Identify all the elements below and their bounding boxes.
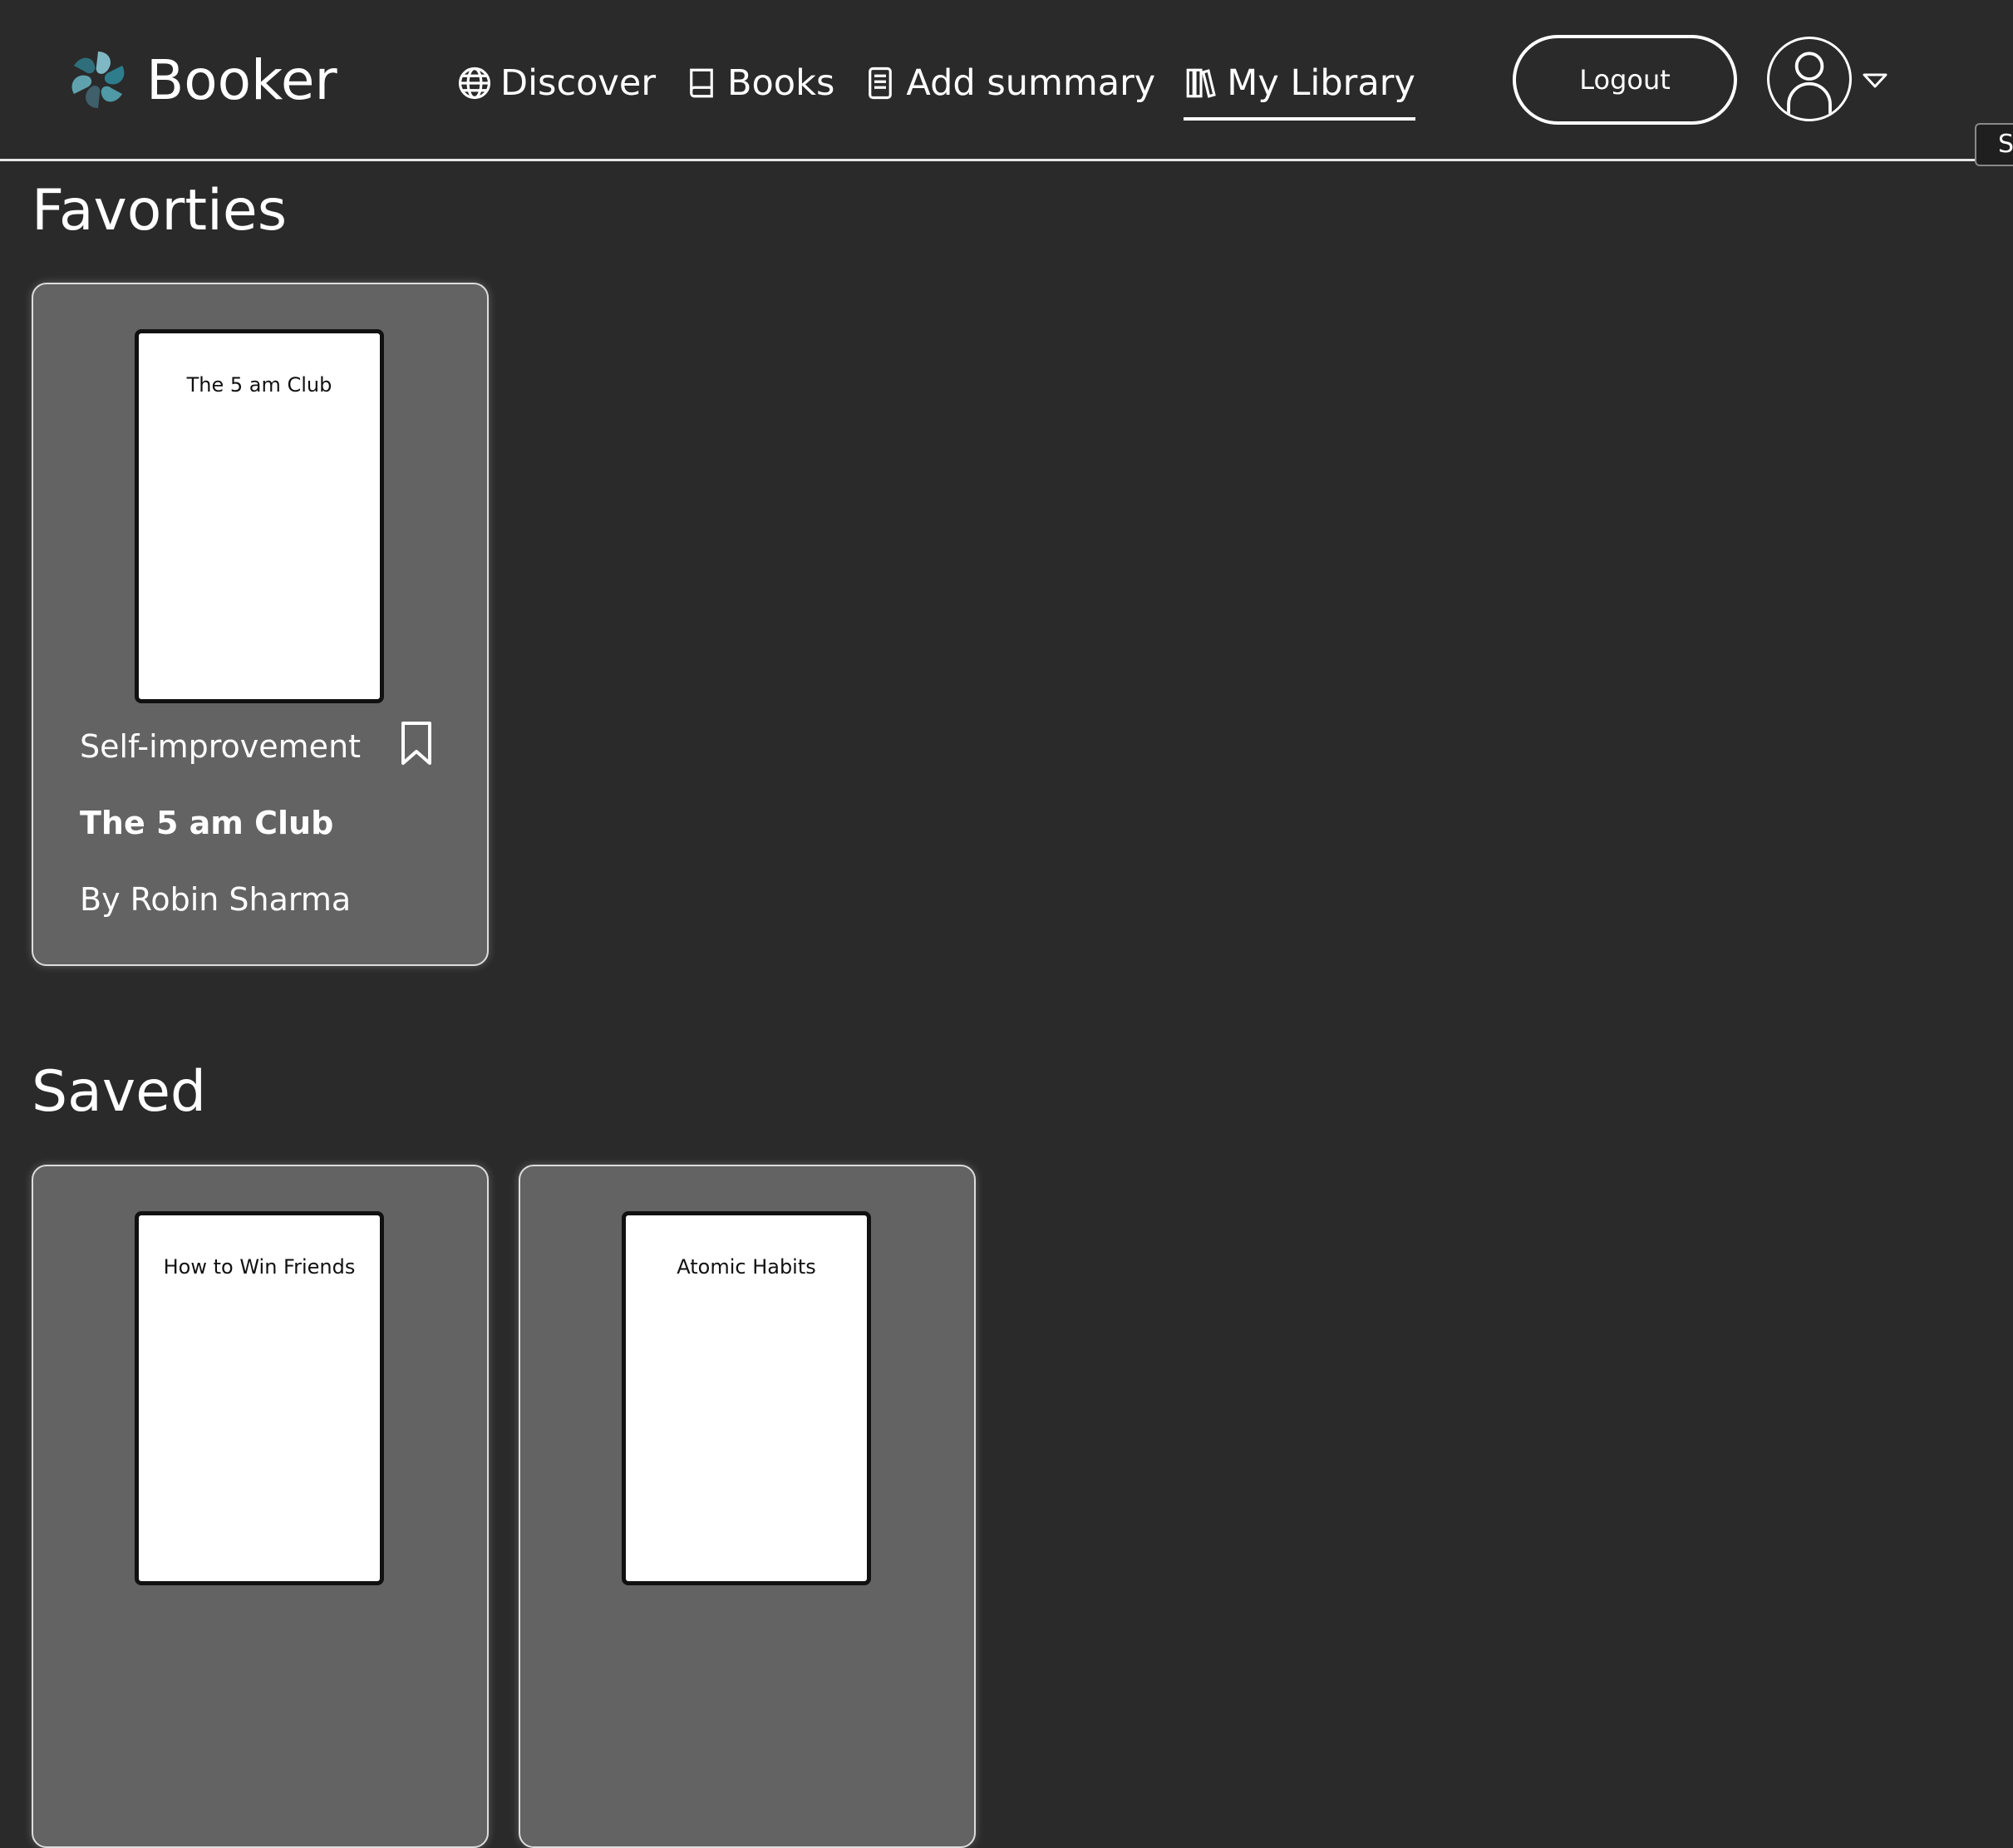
book-cover-text: The 5 am Club — [186, 373, 332, 397]
saved-title: Saved — [32, 1059, 207, 1125]
document-icon — [869, 67, 893, 100]
nav-discover-label: Discover — [500, 62, 656, 104]
nav-discover[interactable]: Discover — [457, 50, 656, 116]
book-genre: Self-improvement — [80, 728, 362, 765]
book-cover[interactable]: Atomic Habits — [622, 1211, 871, 1585]
book-card[interactable]: The 5 am Club Self-improvement The 5 am … — [32, 283, 489, 966]
main-nav: Discover Books Add summary My Library — [457, 50, 1415, 121]
nav-my-library-label: My Library — [1227, 62, 1415, 104]
book-card[interactable]: How to Win Friends — [32, 1165, 489, 1848]
book-cover-text: Atomic Habits — [677, 1255, 816, 1279]
caret-down-icon[interactable] — [1862, 71, 1888, 90]
nav-add-summary-label: Add summary — [906, 62, 1156, 104]
booker-logo-icon — [71, 52, 125, 108]
nav-add-summary[interactable]: Add summary — [863, 50, 1155, 116]
book-cover-text: How to Win Friends — [163, 1255, 356, 1279]
navbar: Booker Discover Books Add summary My Lib… — [0, 0, 2013, 166]
favorites-title: Favorties — [32, 178, 288, 244]
logo[interactable]: Booker — [65, 42, 337, 118]
nav-books[interactable]: Books — [684, 50, 834, 116]
nav-my-library[interactable]: My Library — [1184, 50, 1415, 121]
book-icon — [690, 68, 713, 98]
avatar[interactable] — [1767, 37, 1852, 121]
nav-books-label: Books — [727, 62, 835, 104]
book-cover[interactable]: How to Win Friends — [135, 1211, 384, 1585]
book-card[interactable]: Atomic Habits — [519, 1165, 976, 1848]
app-name: Booker — [146, 47, 337, 112]
logout-button[interactable]: Logout — [1513, 35, 1737, 125]
book-author: By Robin Sharma — [80, 881, 352, 918]
book-cover[interactable]: The 5 am Club — [135, 329, 384, 703]
user-icon — [1787, 52, 1832, 119]
book-title[interactable]: The 5 am Club — [80, 805, 333, 841]
side-tab[interactable]: S — [1975, 123, 2013, 166]
library-icon — [1186, 68, 1217, 98]
globe-icon — [458, 67, 491, 100]
bookmark-icon[interactable] — [399, 720, 434, 766]
